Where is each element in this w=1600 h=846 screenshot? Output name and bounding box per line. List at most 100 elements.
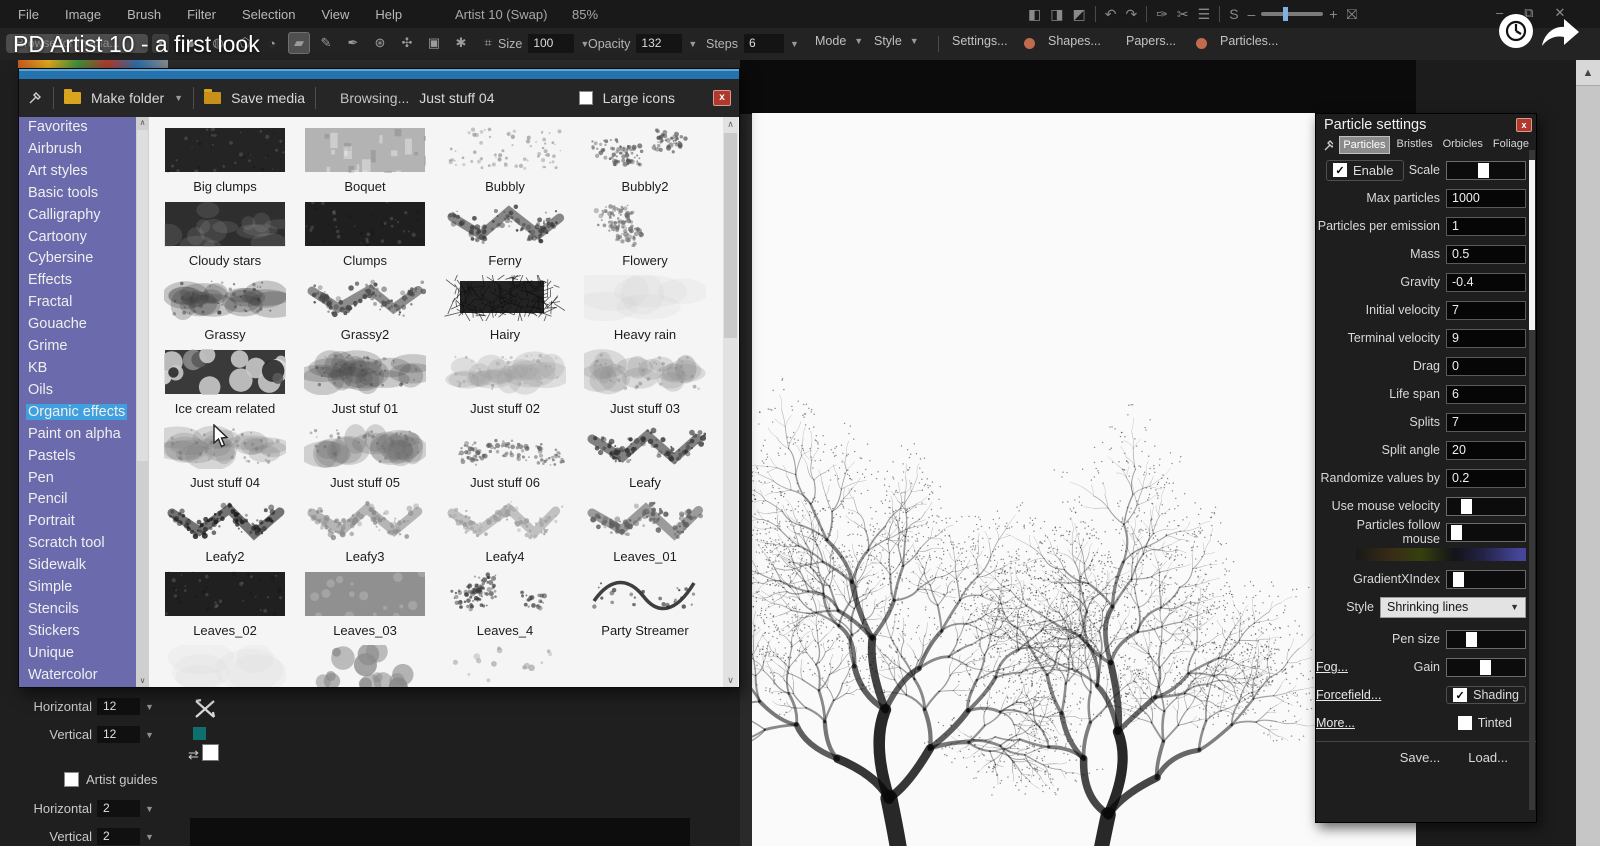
window-vertical-scrollbar[interactable]: ▲ <box>1576 60 1600 846</box>
marker-tool-icon[interactable]: ▰ <box>288 32 310 54</box>
brush-item-grassy2[interactable]: Grassy2 <box>295 275 435 349</box>
category-favorites[interactable]: Favorites <box>19 117 149 139</box>
pin-icon[interactable] <box>1322 138 1333 153</box>
tab-particles[interactable]: Particles <box>1339 136 1389 154</box>
spray-tool-icon[interactable]: ⊛ <box>369 32 391 54</box>
brush-item-leafy[interactable]: Leafy <box>575 423 715 497</box>
particle-color-gradient[interactable] <box>1356 548 1526 561</box>
brush-item-grassy[interactable]: Grassy <box>155 275 295 349</box>
settings-status-icon[interactable] <box>1024 38 1035 49</box>
load-button[interactable]: Load... <box>1468 750 1508 765</box>
horizontal-value-2[interactable]: 2 <box>97 800 140 817</box>
category-pencil[interactable]: Pencil <box>19 489 149 511</box>
primary-color-swatch[interactable] <box>202 744 219 761</box>
panel-scrollbar[interactable] <box>1529 150 1535 810</box>
grid-tool-icon[interactable]: ⌗ <box>477 32 499 54</box>
field-input[interactable]: 1 <box>1446 217 1526 236</box>
large-icons-checkbox[interactable] <box>579 91 593 105</box>
slider-handle[interactable] <box>1461 499 1472 514</box>
category-organic-effects[interactable]: Organic effects <box>19 402 149 424</box>
style-dropdown[interactable]: Shrinking lines ▼ <box>1380 597 1526 618</box>
field-input[interactable]: 7 <box>1446 413 1526 432</box>
category-sidewalk[interactable]: Sidewalk <box>19 555 149 577</box>
brush-item-leaves-03[interactable]: Leaves_03 <box>295 571 435 645</box>
brush-item-leaves-4[interactable]: Leaves_4 <box>435 571 575 645</box>
brush-item-bubbly2[interactable]: Bubbly2 <box>575 127 715 201</box>
brush-item-leafy4[interactable]: Leafy4 <box>435 497 575 571</box>
field-input[interactable]: 0 <box>1446 357 1526 376</box>
use-mouse-velocity-slider[interactable] <box>1446 497 1526 516</box>
zoom-slider-track[interactable] <box>1261 12 1323 16</box>
brush-item-clumps[interactable]: Clumps <box>295 201 435 275</box>
pen-tool-icon[interactable]: ✒ <box>342 32 364 54</box>
layers-icon[interactable]: ☰ <box>1198 6 1211 23</box>
brush-item-leaves-01[interactable]: Leaves_01 <box>575 497 715 571</box>
category-kb[interactable]: KB <box>19 358 149 380</box>
shading-group[interactable]: ✓ Shading <box>1446 686 1526 704</box>
dialog-title-bar[interactable] <box>19 69 739 79</box>
zoom-slider[interactable]: –+ <box>1248 6 1338 22</box>
tab-bristles[interactable]: Bristles <box>1394 136 1436 154</box>
scroll-down-arrow[interactable]: ∨ <box>723 673 738 687</box>
dropdown-caret-icon[interactable]: ▼ <box>145 832 154 842</box>
brush-item-ice-cream-related[interactable]: Ice cream related <box>155 349 295 423</box>
make-folder-button[interactable]: Make folder <box>91 90 164 106</box>
field-input[interactable]: 7 <box>1446 301 1526 320</box>
brush-item-just-stuff-03[interactable]: Just stuff 03 <box>575 349 715 423</box>
category-cybersine[interactable]: Cybersine <box>19 248 149 270</box>
enable-checkbox[interactable]: ✓ <box>1333 163 1347 177</box>
category-gouache[interactable]: Gouache <box>19 314 149 336</box>
brush-item-boquet[interactable]: Boquet <box>295 127 435 201</box>
more-link[interactable]: More... <box>1316 716 1355 730</box>
sidebar-scrollbar[interactable]: ∧ ∨ <box>136 117 149 687</box>
category-watercolor[interactable]: Watercolor <box>19 665 149 687</box>
category-pen[interactable]: Pen <box>19 468 149 490</box>
dropdown-caret-icon[interactable]: ▼ <box>145 730 154 740</box>
brush-item-just-stuf-01[interactable]: Just stuf 01 <box>295 349 435 423</box>
menu-help[interactable]: Help <box>375 7 402 22</box>
style-dropdown-toolbar[interactable]: Style ▼ <box>874 34 919 48</box>
enable-group[interactable]: ✓ Enable <box>1326 160 1404 181</box>
brush-item-hairy[interactable]: Hairy <box>435 275 575 349</box>
particles-link[interactable]: Particles... <box>1220 34 1278 48</box>
field-input[interactable]: -0.4 <box>1446 273 1526 292</box>
secondary-color-swatch[interactable] <box>193 727 206 740</box>
brush-item[interactable] <box>295 645 435 687</box>
zoom-slider-handle[interactable] <box>1283 7 1288 21</box>
brush-item-leafy3[interactable]: Leafy3 <box>295 497 435 571</box>
brush-item-leaves-02[interactable]: Leaves_02 <box>155 571 295 645</box>
dropdown-caret-icon[interactable]: ▼ <box>145 702 154 712</box>
tab-orbicles[interactable]: Orbicles <box>1440 136 1486 154</box>
category-stencils[interactable]: Stencils <box>19 599 149 621</box>
tinted-checkbox[interactable] <box>1458 716 1472 730</box>
sparkle-tool-icon[interactable]: ✱ <box>450 32 472 54</box>
brush-item[interactable] <box>155 645 295 687</box>
category-airbrush[interactable]: Airbrush <box>19 139 149 161</box>
scrollbar-thumb[interactable] <box>1529 160 1535 330</box>
brush-item-just-stuff-05[interactable]: Just stuff 05 <box>295 423 435 497</box>
pen-size-slider[interactable] <box>1446 630 1526 649</box>
category-cartoony[interactable]: Cartoony <box>19 227 149 249</box>
category-oils[interactable]: Oils <box>19 380 149 402</box>
category-basic-tools[interactable]: Basic tools <box>19 183 149 205</box>
vertical-value-2[interactable]: 2 <box>97 828 140 845</box>
dialog-close-button[interactable]: x <box>713 90 731 106</box>
scale-slider[interactable] <box>1446 161 1526 180</box>
brush-item-party-streamer[interactable]: Party Streamer <box>575 571 715 645</box>
category-calligraphy[interactable]: Calligraphy <box>19 205 149 227</box>
brush-item-big-clumps[interactable]: Big clumps <box>155 127 295 201</box>
zoom-in-icon[interactable]: + <box>1329 6 1337 22</box>
scroll-up-arrow[interactable]: ∧ <box>136 117 149 129</box>
vector-edit-icon[interactable]: ✑ <box>1156 6 1168 23</box>
menu-image[interactable]: Image <box>65 7 101 22</box>
brush-item-leafy2[interactable]: Leafy2 <box>155 497 295 571</box>
cut-icon[interactable]: ✂ <box>1177 6 1189 23</box>
undo-icon[interactable]: ↶ <box>1105 6 1117 23</box>
spline-icon[interactable]: S <box>1229 6 1238 22</box>
settings-link[interactable]: Settings... <box>952 34 1008 48</box>
category-art-styles[interactable]: Art styles <box>19 161 149 183</box>
brush-item[interactable] <box>435 645 575 687</box>
brush-item-flowery[interactable]: Flowery <box>575 201 715 275</box>
rotate-canvas-icon[interactable]: ◩ <box>1072 6 1085 23</box>
brush-item-cloudy-stars[interactable]: Cloudy stars <box>155 201 295 275</box>
